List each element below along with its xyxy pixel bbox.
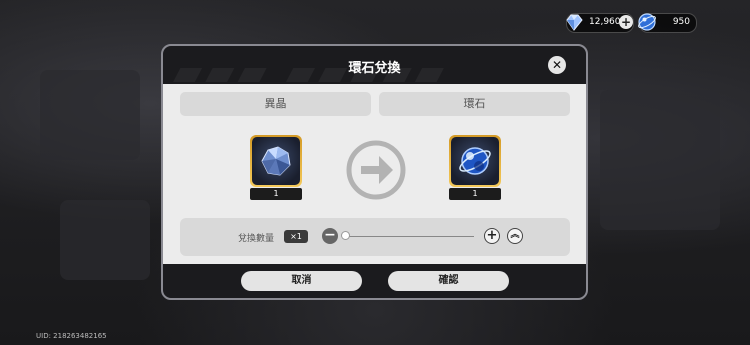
source-item-slot[interactable]: [250, 135, 302, 187]
close-button[interactable]: ✕: [548, 56, 566, 74]
quantity-slider-handle[interactable]: [341, 231, 350, 240]
crystal-currency-display: 12,960 +: [566, 13, 634, 33]
close-icon: ✕: [551, 58, 563, 72]
cancel-button[interactable]: 取消: [241, 271, 362, 291]
double-chevron-up-icon: ︽: [510, 230, 520, 240]
exchange-panel: 異晶 環石 1 1 兌換數量 ×1 − + ︽: [163, 84, 586, 264]
stone-value: 950: [672, 17, 690, 27]
increase-quantity-button[interactable]: +: [484, 228, 500, 244]
stone-orb-icon: [459, 147, 491, 175]
stone-currency-display: 950: [638, 13, 697, 33]
source-item-label: 異晶: [180, 92, 371, 116]
source-item-count: 1: [250, 188, 302, 200]
crystal-gem-icon: [566, 14, 583, 31]
confirm-button[interactable]: 確認: [388, 271, 509, 291]
max-quantity-button[interactable]: ︽: [507, 228, 523, 244]
background-panel: [60, 200, 150, 280]
crystal-gem-icon: [261, 146, 291, 176]
exchange-dialog: ▰▰▰ ▰▰▰▰▰ 環石兌換 ✕ 異晶 環石 1 1 兌換數量 ×1 − + ︽…: [161, 44, 588, 300]
plus-icon: +: [486, 228, 498, 243]
target-item-slot[interactable]: [449, 135, 501, 187]
dialog-title: 環石兌換: [348, 61, 401, 76]
crystal-value: 12,960: [589, 17, 621, 27]
target-item-count: 1: [449, 188, 501, 200]
quantity-slider-track[interactable]: [342, 236, 474, 237]
quantity-label: 兌換數量: [238, 234, 275, 244]
arrow-right-icon: [346, 140, 406, 200]
user-id-label: UID: 218263482165: [36, 332, 107, 340]
target-item-label: 環石: [379, 92, 570, 116]
quantity-badge: ×1: [284, 230, 308, 243]
decrease-quantity-button[interactable]: −: [322, 228, 338, 244]
background-panel: [40, 70, 140, 160]
stone-orb-icon: [638, 13, 656, 31]
plus-icon: +: [620, 15, 632, 29]
add-crystal-button[interactable]: +: [619, 15, 633, 29]
minus-icon: −: [324, 227, 336, 243]
quantity-row: 兌換數量 ×1 − + ︽: [180, 218, 570, 256]
background-panel: [600, 90, 720, 230]
